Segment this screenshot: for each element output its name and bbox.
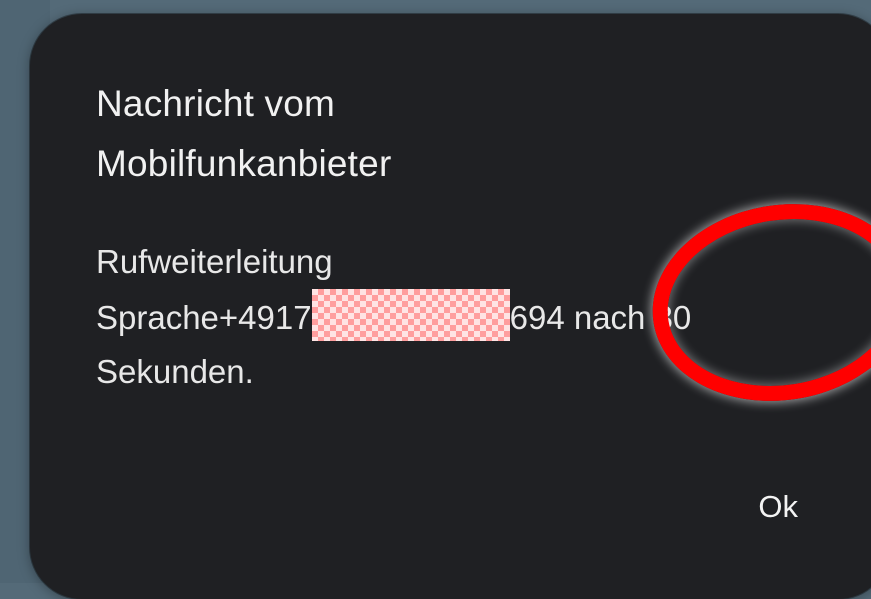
- message-line-2: Sprache+4917 694 nach 30: [96, 289, 856, 345]
- phone-number-suffix: 694 nach 30: [509, 299, 692, 336]
- dialog-message: Rufweiterleitung Sprache+4917 694 nach 30…: [96, 235, 856, 399]
- message-line-1: Rufweiterleitung: [96, 243, 333, 280]
- redacted-phone-segment: [311, 289, 510, 341]
- carrier-message-dialog: Nachricht vom Mobilfunkanbieter Rufweite…: [30, 14, 871, 599]
- ok-button[interactable]: Ok: [758, 489, 798, 525]
- phone-number-prefix: Sprache+4917: [96, 299, 312, 336]
- message-line-3: Sekunden.: [96, 353, 254, 390]
- dialog-title: Nachricht vom Mobilfunkanbieter: [96, 83, 392, 184]
